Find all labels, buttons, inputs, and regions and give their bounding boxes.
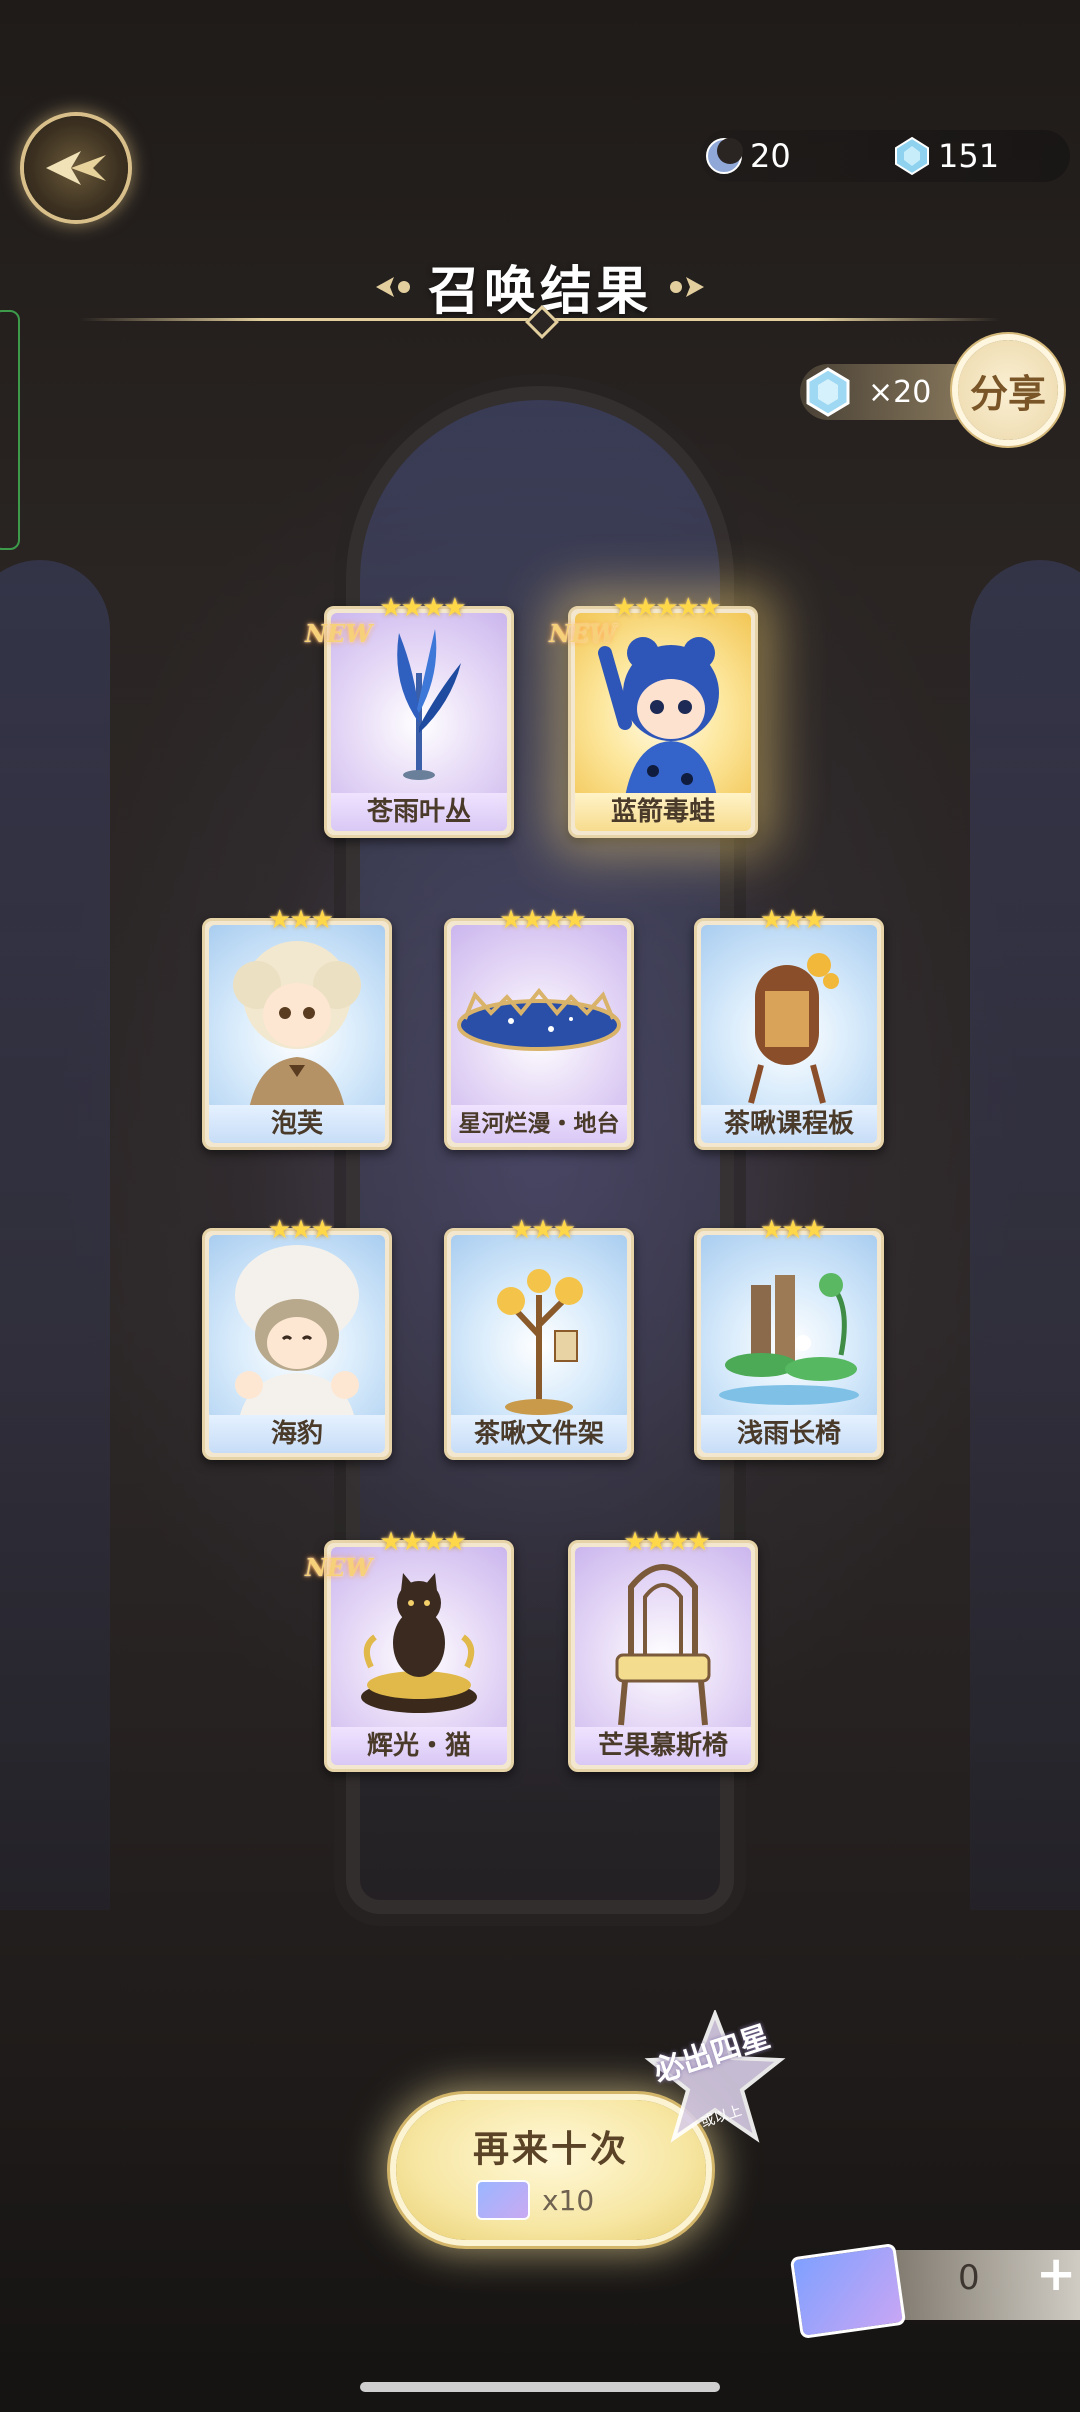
card-name: 辉光・猫 (331, 1727, 507, 1765)
result-card[interactable]: ★★★ 茶啾文件架 (444, 1215, 634, 1460)
card-name: 海豹 (209, 1415, 385, 1453)
result-card[interactable]: ★★★ 浅雨长椅 (694, 1215, 884, 1460)
new-badge: NEW (305, 619, 373, 648)
moon-currency-value: 20 (750, 137, 791, 175)
star-rating: ★★★★ (623, 1527, 710, 1557)
summon-cost: x10 (476, 2180, 594, 2220)
card-art (701, 1235, 877, 1419)
result-card[interactable]: ★★★ 茶啾课程板 (694, 905, 884, 1150)
add-ticket-button[interactable]: + (1036, 2246, 1076, 2302)
home-indicator[interactable] (360, 2382, 720, 2392)
guarantee-badge: 必出四星 或以上 (640, 2008, 790, 2150)
share-button[interactable]: 分享 (958, 340, 1058, 440)
star-rating: ★★★ (268, 1215, 334, 1245)
card-art (451, 925, 627, 1109)
card-name: 茶啾课程板 (701, 1105, 877, 1143)
ticket-icon (476, 2180, 530, 2220)
edge-panel-outline (0, 310, 20, 550)
file-rack-tree-icon (497, 1269, 583, 1415)
result-card[interactable]: ★★★ 海豹 (202, 1215, 392, 1460)
share-reward-amount: ×20 (868, 374, 932, 410)
card-name: 浅雨长椅 (701, 1415, 877, 1453)
mango-mousse-chair-icon (615, 1564, 711, 1726)
card-art (701, 925, 877, 1109)
star-rating: ★★★ (510, 1215, 576, 1245)
star-rating: ★★★★ (499, 905, 586, 935)
card-art (209, 1235, 385, 1419)
side-window-left (0, 560, 110, 1910)
star-rating: ★★★ (268, 905, 334, 935)
card-name: 泡芙 (209, 1105, 385, 1143)
starry-platform-icon (457, 987, 621, 1051)
course-board-icon (748, 953, 839, 1104)
result-card[interactable]: ★★★★ 星河烂漫・地台 (444, 905, 634, 1150)
title-ornament-right-icon (670, 277, 704, 297)
result-card[interactable]: ★★★★ NEW 辉光・猫 (305, 1527, 514, 1772)
lotus-bench-icon (719, 1273, 859, 1405)
summon-cost-value: x10 (542, 2183, 595, 2217)
back-arrow-icon (46, 151, 106, 185)
result-card[interactable]: ★★★★ NEW 苍雨叶丛 (305, 593, 514, 838)
back-button[interactable] (24, 116, 128, 220)
star-rating: ★★★ (760, 1215, 826, 1245)
crystal-icon (806, 367, 850, 417)
moon-currency: 20 (704, 132, 791, 180)
crystal-currency: 151 (892, 132, 999, 180)
card-name: 苍雨叶丛 (331, 793, 507, 831)
share-button-label: 分享 (969, 370, 1046, 416)
result-card[interactable]: ★★★ 泡芙 (202, 905, 392, 1150)
ticket-icon (789, 2243, 907, 2339)
result-card[interactable]: ★★★★ 芒果慕斯椅 (568, 1527, 758, 1772)
card-name: 星河烂漫・地台 (451, 1105, 627, 1143)
star-rating: ★★★ (760, 905, 826, 935)
crystal-currency-value: 151 (938, 137, 1000, 175)
card-name: 蓝箭毒蛙 (575, 793, 751, 831)
side-window-right (970, 560, 1080, 1910)
new-badge: NEW (305, 1553, 373, 1582)
card-name: 芒果慕斯椅 (575, 1727, 751, 1765)
crystal-icon (892, 136, 932, 176)
seal-hood-character-icon (235, 1245, 359, 1419)
card-art (209, 925, 385, 1109)
result-card[interactable]: ★★★★★ NEW 蓝箭毒蛙 (549, 593, 758, 838)
curly-hair-character-icon (233, 941, 361, 1109)
ticket-count: 0 (958, 2258, 980, 2298)
moon-icon (704, 136, 744, 176)
card-art (575, 1547, 751, 1731)
card-name: 茶啾文件架 (451, 1415, 627, 1453)
share-reward: ×20 (800, 364, 980, 420)
new-badge: NEW (549, 619, 617, 648)
card-art (451, 1235, 627, 1419)
